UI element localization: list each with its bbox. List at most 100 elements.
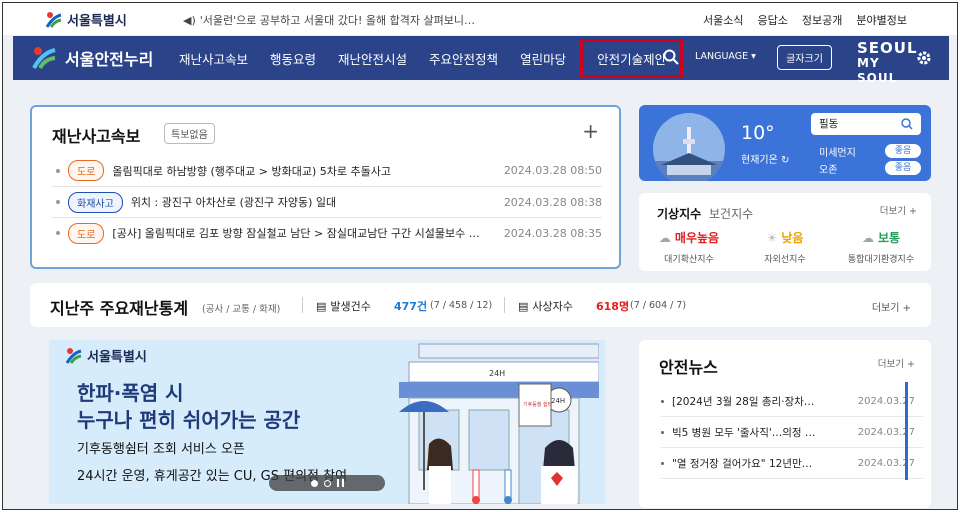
- nav-item-disaster-news[interactable]: 재난사고속보: [168, 49, 259, 68]
- seoul-logo-line1: SEOUL: [857, 39, 918, 57]
- document-icon: ▤: [316, 299, 327, 313]
- temperature-label-text: 현재기온: [741, 155, 778, 166]
- util-link-info[interactable]: 정보공개: [802, 12, 842, 28]
- pause-icon: [341, 479, 344, 487]
- refresh-icon[interactable]: ↻: [781, 155, 789, 166]
- disaster-panel-title: 재난사고속보: [52, 127, 141, 146]
- banner-logo-text: 서울특별시: [87, 350, 147, 365]
- disaster-news-panel: 재난사고속보 특보없음 + 도로 올림픽대로 하남방향 (행주대교 > 방화대교…: [30, 105, 621, 269]
- bullet-icon: [661, 430, 664, 434]
- banner-headline: 한파·폭염 시 누구나 편히 쉬어가는 공간: [77, 380, 300, 434]
- search-icon[interactable]: [663, 49, 679, 65]
- casualty-label-text: 사상자수: [532, 300, 573, 313]
- list-item[interactable]: [2024년 3월 28일 총리·장차… 2024.03.27: [661, 386, 923, 417]
- list-item[interactable]: 도로 [공사] 올림픽대로 김포 방향 잠실철교 남단 > 잠실대교남단 구간 …: [52, 217, 602, 248]
- safety-news-panel: 안전뉴스 더보기 + [2024년 3월 28일 총리·장차… 2024.03.…: [639, 340, 931, 508]
- nav-item-open-forum[interactable]: 열린마당: [509, 49, 577, 68]
- plus-icon[interactable]: +: [582, 119, 599, 143]
- index-panel: 기상지수 보건지수 더보기 + ☁ 매우높음 대기확산지수 ☀ 낮음 자외선지수 ☁…: [639, 193, 931, 271]
- store-sign-text: 24H: [489, 369, 505, 378]
- util-link-news[interactable]: 서울소식: [703, 12, 743, 28]
- news-scrollbar[interactable]: [905, 382, 908, 480]
- nav-item-safety-policy[interactable]: 주요안전정책: [418, 49, 509, 68]
- index-name: 통합대기환경지수: [847, 255, 915, 265]
- location-selector[interactable]: 필동: [811, 113, 921, 135]
- location-name: 필동: [819, 118, 839, 130]
- casualty-detail: (7 / 604 / 7): [630, 300, 687, 311]
- list-item[interactable]: 화재사고 위치 : 광진구 아차산로 (광진구 자양동) 일대 2024.03.…: [52, 186, 602, 217]
- notice-ticker[interactable]: ◀) '서울런'으로 공부하고 서울대 갔다! 올해 합격자 살펴보니…: [183, 12, 475, 28]
- category-tag: 도로: [68, 222, 105, 244]
- seoul-city-logo[interactable]: 서울특별시: [45, 10, 127, 29]
- fine-dust-label: 미세먼지: [819, 148, 856, 159]
- weather-illustration: [653, 113, 725, 181]
- list-item[interactable]: 빅5 병원 모두 '줄사직'…의정 … 2024.03.27: [661, 417, 923, 448]
- occurrence-label: ▤ 발생건수: [316, 298, 371, 314]
- gear-icon[interactable]: [916, 50, 932, 66]
- banner-logo: 서울특별시: [65, 346, 147, 365]
- disaster-text: 위치 : 광진구 아차산로 (광진구 자양동) 일대: [130, 196, 337, 209]
- stats-more-link[interactable]: 더보기 +: [872, 299, 911, 314]
- index-name: 대기확산지수: [664, 255, 714, 265]
- pause-icon[interactable]: [336, 479, 339, 487]
- seoul-logo-icon: [65, 347, 82, 364]
- convenience-store-illustration: 24H 24H 기후동행 쉼터: [399, 343, 599, 504]
- tab-weather-index[interactable]: 기상지수: [657, 205, 701, 222]
- promo-banner[interactable]: 서울특별시 한파·폭염 시 누구나 편히 쉬어가는 공간 기후동행쉼터 조회 서…: [49, 340, 605, 504]
- banner-headline-line2: 누구나 편히 쉬어가는 공간: [77, 408, 301, 432]
- carousel-dot-active[interactable]: [310, 479, 318, 487]
- disaster-stats-bar: 지난주 주요재난통계 (공사 / 교통 / 화재) ▤ 발생건수 477건 (7 …: [30, 283, 931, 327]
- notice-text: '서울런'으로 공부하고 서울대 갔다! 올해 합격자 살펴보니…: [199, 14, 475, 27]
- disaster-text: [공사] 올림픽대로 김포 방향 잠실철교 남단 > 잠실대교남단 구간 시설물…: [112, 227, 488, 240]
- tab-health-index[interactable]: 보건지수: [709, 205, 753, 222]
- temperature-label: 현재기온 ↻: [741, 151, 789, 166]
- nav-item-action-guide[interactable]: 행동요령: [259, 49, 327, 68]
- index-value: 매우높음: [674, 231, 720, 245]
- brand-title: 서울안전누리: [65, 50, 154, 69]
- font-size-button[interactable]: 글자크기: [777, 45, 832, 70]
- site-brand[interactable]: 서울안전누리: [31, 45, 153, 71]
- bullet-icon: [661, 399, 664, 403]
- nav-menu: 재난사고속보 행동요령 재난안전시설 주요안전정책 열린마당 안전기술제안: [168, 36, 684, 80]
- news-date: 2024.03.27: [857, 426, 915, 438]
- utility-bar: 서울특별시 ◀) '서울런'으로 공부하고 서울대 갔다! 올해 합격자 살펴보…: [3, 3, 957, 35]
- seoul-my-soul-logo[interactable]: SEOUL MY SOUL: [857, 39, 918, 86]
- occurrence-detail: (7 / 458 / 12): [430, 300, 493, 311]
- stats-subtitle: (공사 / 교통 / 화재): [202, 304, 281, 315]
- category-tag: 화재사고: [68, 191, 123, 213]
- search-icon[interactable]: [901, 118, 913, 130]
- index-item-uv: ☀ 낮음 자외선지수: [739, 229, 831, 266]
- category-tag: 도로: [68, 160, 105, 181]
- ozone-label: 오존: [819, 165, 838, 176]
- brand-logo-icon: [32, 47, 56, 70]
- banner-headline-line1: 한파·폭염 시: [77, 381, 184, 405]
- casualty-value: 618명: [596, 300, 630, 313]
- disaster-list: 도로 올림픽대로 하남방향 (행주대교 > 방화대교) 5차로 추돌사고 202…: [52, 155, 602, 248]
- store-sign-text-2: 24H: [551, 397, 565, 405]
- index-name: 자외선지수: [764, 255, 806, 265]
- divider: [504, 297, 505, 313]
- language-select[interactable]: LANGUAGE ▾: [695, 51, 756, 62]
- index-value: 낮음: [781, 231, 804, 245]
- carousel-controls[interactable]: [269, 475, 385, 491]
- index-more-link[interactable]: 더보기 +: [880, 203, 917, 217]
- sun-icon: ☀: [766, 230, 778, 245]
- main-nav: 서울안전누리 재난사고속보 행동요령 재난안전시설 주요안전정책 열린마당 안전…: [13, 36, 949, 86]
- list-item[interactable]: "열 정거장 걸어가요" 12년만… 2024.03.27: [661, 448, 923, 479]
- seoul-logo-line2: MY SOUL: [857, 56, 898, 85]
- news-date: 2024.03.27: [857, 395, 915, 407]
- list-item[interactable]: 도로 올림픽대로 하남방향 (행주대교 > 방화대교) 5차로 추돌사고 202…: [52, 155, 602, 186]
- bullet-icon: [56, 168, 60, 173]
- cloud-icon: ☁: [861, 230, 874, 245]
- casualty-label: ▤ 사상자수: [518, 298, 573, 314]
- seoul-tower-icon: [653, 127, 725, 181]
- news-headline: 빅5 병원 모두 '줄사직'…의정 …: [672, 426, 816, 439]
- browser-frame: 서울특별시 ◀) '서울런'으로 공부하고 서울대 갔다! 올해 합격자 살펴보…: [2, 2, 958, 510]
- news-more-link[interactable]: 더보기 +: [878, 356, 915, 370]
- index-item-dispersion: ☁ 매우높음 대기확산지수: [643, 229, 735, 266]
- util-link-fields[interactable]: 분야별정보: [856, 12, 907, 28]
- carousel-dot[interactable]: [323, 479, 331, 487]
- util-link-response[interactable]: 응답소: [758, 12, 788, 28]
- warning-status-badge: 특보없음: [164, 123, 215, 144]
- nav-item-safety-facilities[interactable]: 재난안전시설: [327, 49, 418, 68]
